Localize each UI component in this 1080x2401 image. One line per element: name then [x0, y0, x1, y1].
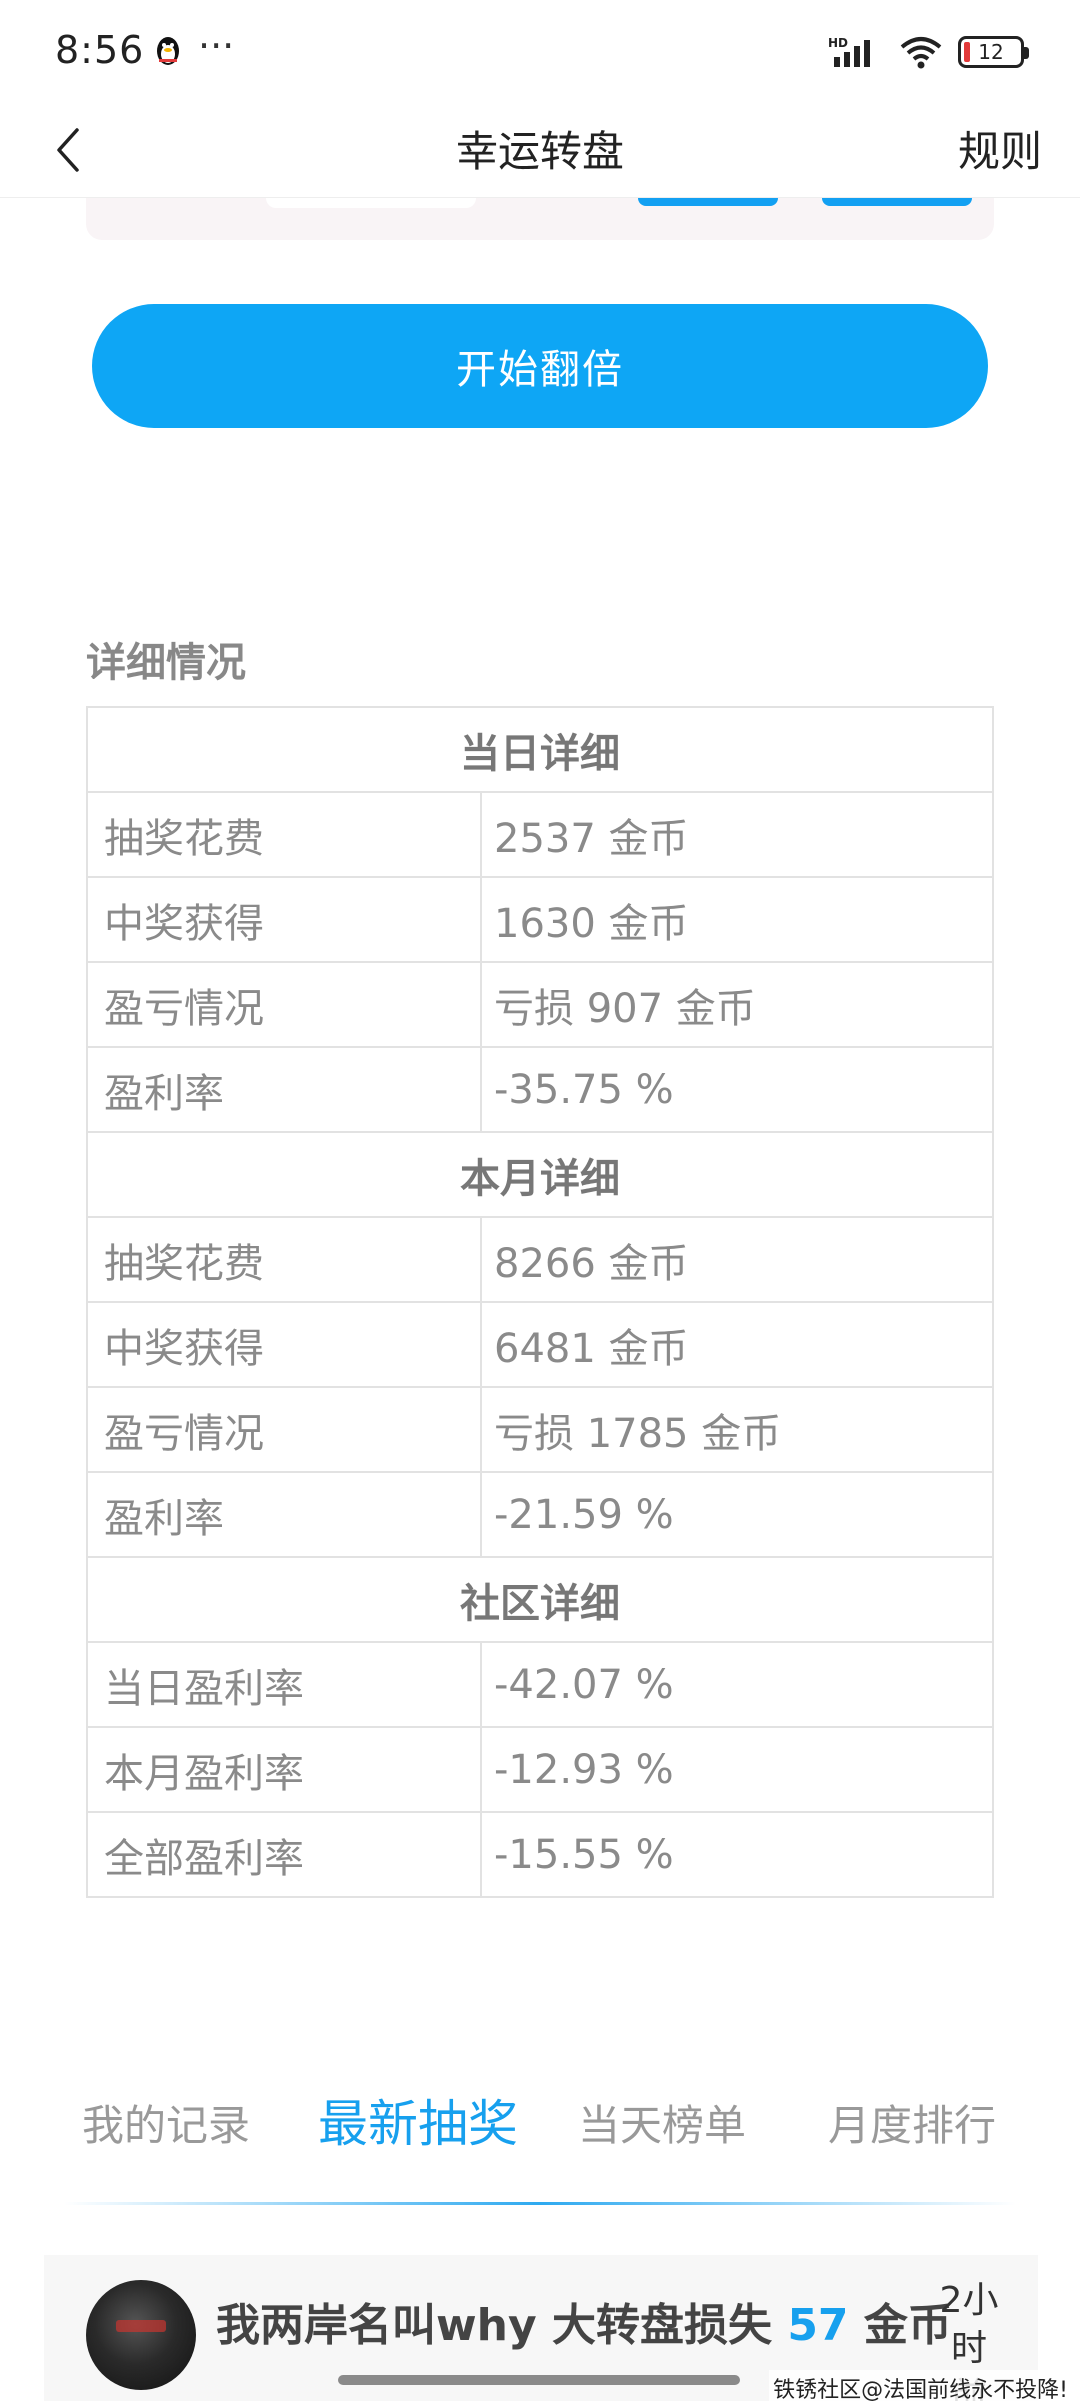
record-user[interactable]: 我两岸名叫why	[216, 2300, 537, 2351]
record-desc: 大转盘损失	[551, 2300, 772, 2351]
table-row: 当日盈利率 -42.07 %	[86, 1641, 994, 1728]
row-value: -12.93 %	[480, 1726, 994, 1813]
table-row: 盈利率 -35.75 %	[86, 1046, 994, 1133]
tab-monthly-ranking[interactable]: 月度排行	[828, 2092, 996, 2153]
panel-input-edge	[266, 198, 476, 208]
avatar[interactable]	[86, 2280, 196, 2390]
row-value: -15.55 %	[480, 1811, 994, 1898]
battery-level	[964, 42, 970, 62]
status-right-icons: HD 12	[828, 32, 1029, 72]
row-label: 盈亏情况	[86, 1386, 482, 1473]
row-value: -35.75 %	[480, 1046, 994, 1133]
row-value: 1630 金币	[480, 876, 994, 963]
table-row: 社区详细	[86, 1556, 994, 1643]
details-table: 当日详细 抽奖花费 2537 金币 中奖获得 1630 金币 盈亏情况 亏损 907 …	[86, 706, 994, 1898]
row-label: 抽奖花费	[86, 1216, 482, 1303]
table-row: 中奖获得 1630 金币	[86, 876, 994, 963]
table-row: 中奖获得 6481 金币	[86, 1301, 994, 1388]
table-row: 抽奖花费 8266 金币	[86, 1216, 994, 1303]
status-more-indicator: ···	[198, 24, 235, 68]
row-value: 8266 金币	[480, 1216, 994, 1303]
wifi-icon	[900, 37, 942, 69]
page-title: 幸运转盘	[455, 127, 624, 176]
start-double-button[interactable]: 开始翻倍	[92, 304, 988, 428]
records-tabs: 我的记录 最新抽奖 当天榜单 月度排行	[66, 2082, 1014, 2162]
rules-button[interactable]: 规则	[958, 118, 1042, 179]
nav-bar: 幸运转盘 规则	[0, 100, 1080, 198]
status-bar: 8:56 ··· HD 12	[0, 0, 1080, 100]
table-row: 盈利率 -21.59 %	[86, 1471, 994, 1558]
row-value: 亏损 1785 金币	[480, 1386, 994, 1473]
row-label: 中奖获得	[86, 876, 482, 963]
row-value: 2537 金币	[480, 791, 994, 878]
row-value: 6481 金币	[480, 1301, 994, 1388]
watermark: 铁锈社区@法国前线永不投降!	[769, 2370, 1072, 2401]
signal-icon: HD	[828, 36, 870, 67]
tab-daily-ranking[interactable]: 当天榜单	[578, 2092, 746, 2153]
battery-percent: 12	[978, 40, 1004, 64]
daily-heading: 当日详细	[86, 706, 994, 793]
status-time: 8:56	[55, 28, 145, 72]
table-row: 本月盈利率 -12.93 %	[86, 1726, 994, 1813]
row-value: 亏损 907 金币	[480, 961, 994, 1048]
table-row: 盈亏情况 亏损 907 金币	[86, 961, 994, 1048]
table-row: 当日详细	[86, 706, 994, 793]
row-label: 抽奖花费	[86, 791, 482, 878]
row-value: -21.59 %	[480, 1471, 994, 1558]
row-label: 当日盈利率	[86, 1641, 482, 1728]
hd-label: HD	[828, 36, 848, 50]
row-label: 本月盈利率	[86, 1726, 482, 1813]
row-label: 全部盈利率	[86, 1811, 482, 1898]
table-row: 本月详细	[86, 1131, 994, 1218]
panel-button-edge[interactable]	[638, 198, 778, 206]
details-title: 详细情况	[86, 640, 246, 686]
row-label: 盈利率	[86, 1471, 482, 1558]
record-amount: 57	[787, 2300, 849, 2351]
tab-latest-draws[interactable]: 最新抽奖	[318, 2084, 518, 2156]
table-row: 盈亏情况 亏损 1785 金币	[86, 1386, 994, 1473]
tab-indicator-line	[64, 2202, 1016, 2205]
row-label: 盈利率	[86, 1046, 482, 1133]
tab-my-records[interactable]: 我的记录	[82, 2092, 250, 2153]
monthly-heading: 本月详细	[86, 1131, 994, 1218]
home-indicator[interactable]	[338, 2375, 740, 2385]
record-text: 我两岸名叫why 大转盘损失 57 金币	[216, 2289, 952, 2353]
community-heading: 社区详细	[86, 1556, 994, 1643]
row-value: -42.07 %	[480, 1641, 994, 1728]
table-row: 抽奖花费 2537 金币	[86, 791, 994, 878]
row-label: 盈亏情况	[86, 961, 482, 1048]
panel-button-edge[interactable]	[822, 198, 972, 206]
row-label: 中奖获得	[86, 1301, 482, 1388]
table-row: 全部盈利率 -15.55 %	[86, 1811, 994, 1898]
wheel-panel-bottom	[86, 198, 994, 240]
penguin-app-icon	[157, 37, 179, 65]
battery-icon: 12	[958, 36, 1029, 68]
